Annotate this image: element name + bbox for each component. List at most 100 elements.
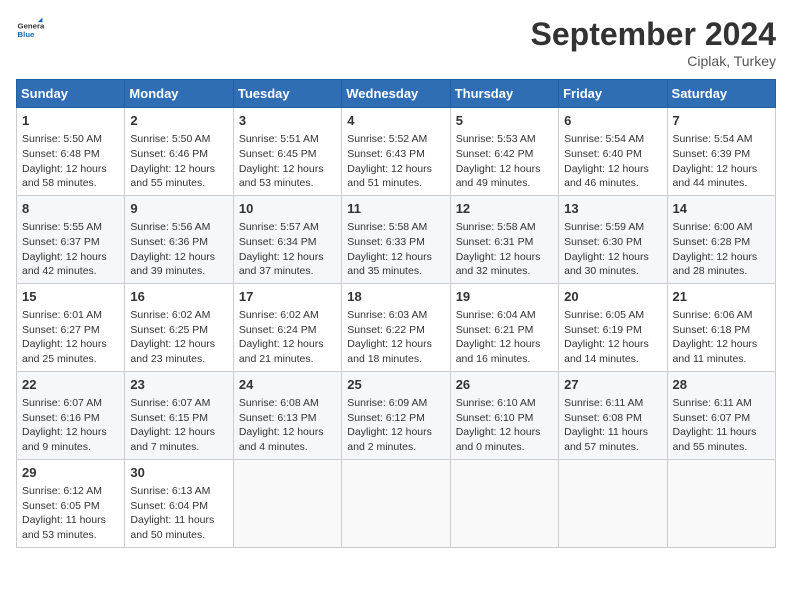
calendar-cell: 24 Sunrise: 6:08 AM Sunset: 6:13 PM Dayli… xyxy=(233,371,341,459)
day-info: Sunrise: 6:01 AM Sunset: 6:27 PM Dayligh… xyxy=(22,308,119,367)
day-number: 25 xyxy=(347,376,444,394)
calendar-header: SundayMondayTuesdayWednesdayThursdayFrid… xyxy=(17,80,776,108)
day-info: Sunrise: 6:10 AM Sunset: 6:10 PM Dayligh… xyxy=(456,396,553,455)
day-info: Sunrise: 6:05 AM Sunset: 6:19 PM Dayligh… xyxy=(564,308,661,367)
day-info: Sunrise: 5:58 AM Sunset: 6:31 PM Dayligh… xyxy=(456,220,553,279)
calendar-cell: 28 Sunrise: 6:11 AM Sunset: 6:07 PM Dayli… xyxy=(667,371,775,459)
day-number: 22 xyxy=(22,376,119,394)
calendar-cell: 15 Sunrise: 6:01 AM Sunset: 6:27 PM Dayli… xyxy=(17,283,125,371)
day-number: 9 xyxy=(130,200,227,218)
day-number: 13 xyxy=(564,200,661,218)
day-number: 23 xyxy=(130,376,227,394)
day-number: 29 xyxy=(22,464,119,482)
calendar-cell: 4Sunrise: 5:52 AM Sunset: 6:43 PM Daylig… xyxy=(342,108,450,196)
calendar-cell xyxy=(233,459,341,547)
day-number: 15 xyxy=(22,288,119,306)
day-header-saturday: Saturday xyxy=(667,80,775,108)
calendar-table: SundayMondayTuesdayWednesdayThursdayFrid… xyxy=(16,79,776,548)
day-number: 12 xyxy=(456,200,553,218)
day-number: 5 xyxy=(456,112,553,130)
day-info: Sunrise: 6:07 AM Sunset: 6:16 PM Dayligh… xyxy=(22,396,119,455)
day-number: 1 xyxy=(22,112,119,130)
day-number: 7 xyxy=(673,112,770,130)
month-title: September 2024 xyxy=(531,16,776,53)
day-number: 14 xyxy=(673,200,770,218)
day-info: Sunrise: 5:57 AM Sunset: 6:34 PM Dayligh… xyxy=(239,220,336,279)
calendar-week-3: 15 Sunrise: 6:01 AM Sunset: 6:27 PM Dayli… xyxy=(17,283,776,371)
calendar-cell: 12 Sunrise: 5:58 AM Sunset: 6:31 PM Dayli… xyxy=(450,195,558,283)
day-number: 11 xyxy=(347,200,444,218)
calendar-cell: 11Sunrise: 5:58 AM Sunset: 6:33 PM Dayli… xyxy=(342,195,450,283)
day-info: Sunrise: 5:51 AM Sunset: 6:45 PM Dayligh… xyxy=(239,132,336,191)
calendar-cell: 20 Sunrise: 6:05 AM Sunset: 6:19 PM Dayli… xyxy=(559,283,667,371)
calendar-cell: 6 Sunrise: 5:54 AM Sunset: 6:40 PM Daylig… xyxy=(559,108,667,196)
day-header-wednesday: Wednesday xyxy=(342,80,450,108)
calendar-cell: 19 Sunrise: 6:04 AM Sunset: 6:21 PM Dayli… xyxy=(450,283,558,371)
calendar-cell: 27Sunrise: 6:11 AM Sunset: 6:08 PM Dayli… xyxy=(559,371,667,459)
calendar-cell: 18 Sunrise: 6:03 AM Sunset: 6:22 PM Dayli… xyxy=(342,283,450,371)
day-info: Sunrise: 6:07 AM Sunset: 6:15 PM Dayligh… xyxy=(130,396,227,455)
calendar-cell: 22 Sunrise: 6:07 AM Sunset: 6:16 PM Dayli… xyxy=(17,371,125,459)
day-info: Sunrise: 6:13 AM Sunset: 6:04 PM Dayligh… xyxy=(130,484,227,543)
day-number: 8 xyxy=(22,200,119,218)
day-info: Sunrise: 6:03 AM Sunset: 6:22 PM Dayligh… xyxy=(347,308,444,367)
day-info: Sunrise: 5:54 AM Sunset: 6:39 PM Dayligh… xyxy=(673,132,770,191)
calendar-cell: 23 Sunrise: 6:07 AM Sunset: 6:15 PM Dayli… xyxy=(125,371,233,459)
calendar-cell: 13 Sunrise: 5:59 AM Sunset: 6:30 PM Dayli… xyxy=(559,195,667,283)
calendar-week-2: 8 Sunrise: 5:55 AM Sunset: 6:37 PM Daylig… xyxy=(17,195,776,283)
day-number: 17 xyxy=(239,288,336,306)
calendar-week-5: 29 Sunrise: 6:12 AM Sunset: 6:05 PM Dayli… xyxy=(17,459,776,547)
day-number: 18 xyxy=(347,288,444,306)
day-number: 16 xyxy=(130,288,227,306)
day-number: 30 xyxy=(130,464,227,482)
day-info: Sunrise: 5:50 AM Sunset: 6:46 PM Dayligh… xyxy=(130,132,227,191)
calendar-cell: 16 Sunrise: 6:02 AM Sunset: 6:25 PM Dayli… xyxy=(125,283,233,371)
day-number: 26 xyxy=(456,376,553,394)
day-info: Sunrise: 5:54 AM Sunset: 6:40 PM Dayligh… xyxy=(564,132,661,191)
calendar-cell xyxy=(667,459,775,547)
day-info: Sunrise: 5:59 AM Sunset: 6:30 PM Dayligh… xyxy=(564,220,661,279)
svg-text:Blue: Blue xyxy=(18,30,36,39)
day-info: Sunrise: 6:02 AM Sunset: 6:25 PM Dayligh… xyxy=(130,308,227,367)
calendar-cell: 5Sunrise: 5:53 AM Sunset: 6:42 PM Daylig… xyxy=(450,108,558,196)
day-info: Sunrise: 5:50 AM Sunset: 6:48 PM Dayligh… xyxy=(22,132,119,191)
day-number: 20 xyxy=(564,288,661,306)
day-info: Sunrise: 5:55 AM Sunset: 6:37 PM Dayligh… xyxy=(22,220,119,279)
day-header-monday: Monday xyxy=(125,80,233,108)
day-info: Sunrise: 5:52 AM Sunset: 6:43 PM Dayligh… xyxy=(347,132,444,191)
calendar-cell: 30 Sunrise: 6:13 AM Sunset: 6:04 PM Dayli… xyxy=(125,459,233,547)
calendar-cell: 29 Sunrise: 6:12 AM Sunset: 6:05 PM Dayli… xyxy=(17,459,125,547)
day-info: Sunrise: 6:04 AM Sunset: 6:21 PM Dayligh… xyxy=(456,308,553,367)
day-info: Sunrise: 6:08 AM Sunset: 6:13 PM Dayligh… xyxy=(239,396,336,455)
calendar-cell xyxy=(450,459,558,547)
calendar-week-4: 22 Sunrise: 6:07 AM Sunset: 6:16 PM Dayli… xyxy=(17,371,776,459)
day-number: 19 xyxy=(456,288,553,306)
day-number: 10 xyxy=(239,200,336,218)
calendar-cell: 25Sunrise: 6:09 AM Sunset: 6:12 PM Dayli… xyxy=(342,371,450,459)
day-number: 21 xyxy=(673,288,770,306)
day-info: Sunrise: 5:56 AM Sunset: 6:36 PM Dayligh… xyxy=(130,220,227,279)
calendar-cell: 17Sunrise: 6:02 AM Sunset: 6:24 PM Dayli… xyxy=(233,283,341,371)
calendar-cell xyxy=(342,459,450,547)
calendar-cell xyxy=(559,459,667,547)
location-subtitle: Ciplak, Turkey xyxy=(531,53,776,69)
day-header-sunday: Sunday xyxy=(17,80,125,108)
day-number: 6 xyxy=(564,112,661,130)
day-info: Sunrise: 6:11 AM Sunset: 6:07 PM Dayligh… xyxy=(673,396,770,455)
day-info: Sunrise: 6:06 AM Sunset: 6:18 PM Dayligh… xyxy=(673,308,770,367)
calendar-cell: 2Sunrise: 5:50 AM Sunset: 6:46 PM Daylig… xyxy=(125,108,233,196)
day-info: Sunrise: 6:12 AM Sunset: 6:05 PM Dayligh… xyxy=(22,484,119,543)
calendar-cell: 10 Sunrise: 5:57 AM Sunset: 6:34 PM Dayli… xyxy=(233,195,341,283)
calendar-cell: 8 Sunrise: 5:55 AM Sunset: 6:37 PM Daylig… xyxy=(17,195,125,283)
day-info: Sunrise: 6:00 AM Sunset: 6:28 PM Dayligh… xyxy=(673,220,770,279)
svg-text:General: General xyxy=(18,21,44,30)
day-header-tuesday: Tuesday xyxy=(233,80,341,108)
title-block: September 2024 Ciplak, Turkey xyxy=(531,16,776,69)
day-header-friday: Friday xyxy=(559,80,667,108)
page-header: General Blue General Blue September 2024… xyxy=(16,16,776,69)
calendar-cell: 21 Sunrise: 6:06 AM Sunset: 6:18 PM Dayli… xyxy=(667,283,775,371)
calendar-cell: 14 Sunrise: 6:00 AM Sunset: 6:28 PM Dayli… xyxy=(667,195,775,283)
day-number: 28 xyxy=(673,376,770,394)
logo-icon: General Blue xyxy=(16,16,44,44)
day-number: 24 xyxy=(239,376,336,394)
